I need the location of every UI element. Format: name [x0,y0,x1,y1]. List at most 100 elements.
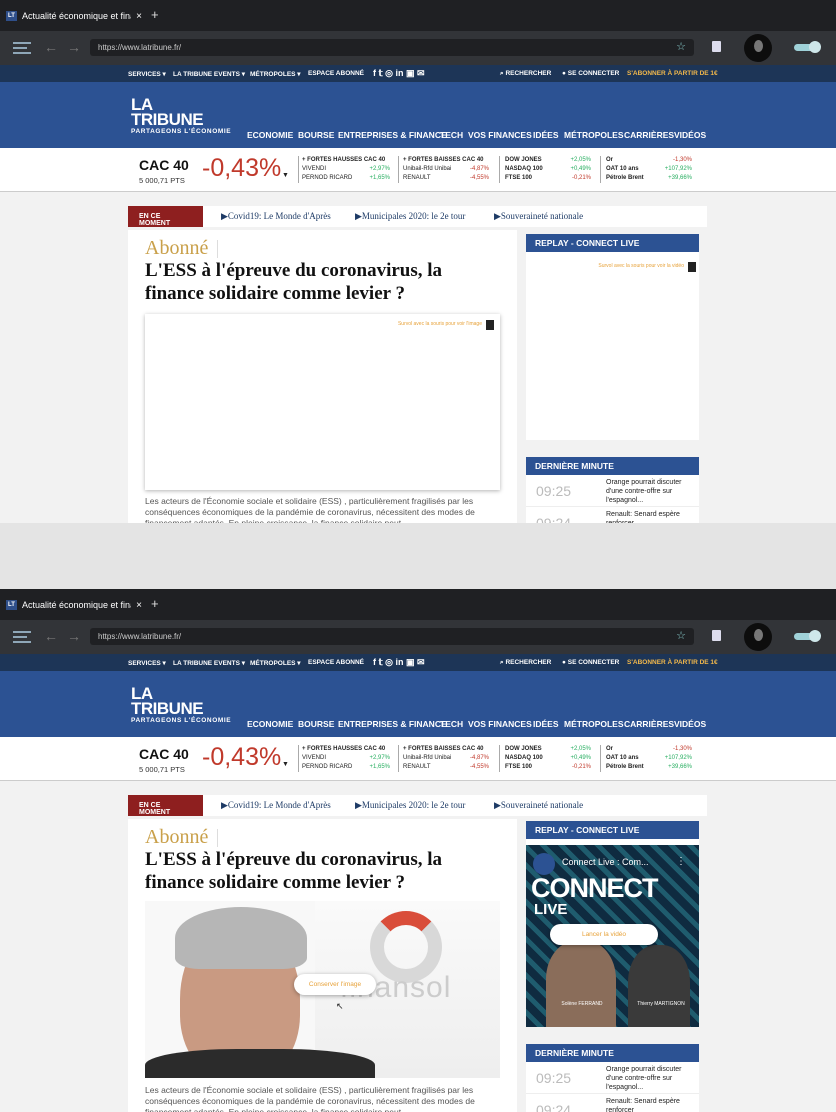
services-menu[interactable]: SERVICES ▾ [128,70,166,78]
profile-avatar[interactable] [744,623,772,651]
nav-carrieres[interactable]: CARRIÈRES [624,719,674,729]
world-indices: DOW JONES +2,05% NASDAQ 100 +0,49% FTSE 10… [505,157,591,181]
close-tab-icon[interactable]: × [136,11,142,22]
nav-metropoles[interactable]: MÉTROPOLES [564,130,624,140]
video-placeholder[interactable]: Survol avec la souris pour voir la vidéo [526,252,699,440]
social-icons[interactable]: f 𝕥 ◎ in ▣ ✉ [373,68,425,79]
list-item[interactable]: 09:25 Orange pourrait discuter d'une con… [526,475,699,507]
nav-idees[interactable]: IDÉES [533,719,559,729]
article-title[interactable]: L'ESS à l'épreuve du coronavirus, la fin… [145,848,500,894]
site-header: LA TRIBUNE PARTAGEONS L'ÉCONOMIE ECONOMI… [0,82,836,148]
news-text[interactable]: Renault: Senard espère renforcer [606,510,694,523]
nav-entreprises[interactable]: ENTREPRISES & FINANCE [338,719,447,729]
divider [398,745,399,772]
news-text[interactable]: Orange pourrait discuter d'une contre-of… [606,1065,694,1092]
events-menu[interactable]: LA TRIBUNE EVENTS ▾ [173,70,245,78]
top-losers: + FORTES BAISSES CAC 40 Unibail-Rfd Unib… [403,157,489,181]
nav-carrieres[interactable]: CARRIÈRES [624,130,674,140]
services-menu[interactable]: SERVICES ▾ [128,659,166,667]
moment-link[interactable]: ▶Municipales 2020: le 2e tour [355,211,465,222]
more-options-icon[interactable]: ⋮ [676,856,686,867]
play-video-button[interactable]: Lancer la vidéo [550,924,658,945]
screenshot-before-hover: LT Actualité économique et financ × + ← … [0,0,836,523]
browser-tab[interactable]: LT Actualité économique et financ × [6,594,144,616]
search-link[interactable]: ⌕ RECHERCHER [500,70,551,78]
index-name[interactable]: CAC 40 [139,746,189,762]
replay-title: REPLAY - CONNECT LIVE [526,234,699,252]
espace-abonne-link[interactable]: ESPACE ABONNÉ [308,659,364,666]
social-icons[interactable]: f 𝕥 ◎ in ▣ ✉ [373,657,425,668]
video-title[interactable]: Connect Live : Com... [562,857,649,867]
search-link[interactable]: ⌕ RECHERCHER [500,659,551,667]
nav-videos[interactable]: VIDÉOS [674,719,706,729]
address-bar[interactable]: https://www.latribune.fr/ ☆ [90,39,694,56]
menu-icon[interactable] [13,42,31,54]
article-image-placeholder[interactable]: Survol avec la souris pour voir l'image [145,314,500,490]
bookmark-icon[interactable] [486,320,494,330]
nav-tech[interactable]: TECH [440,719,463,729]
metropoles-menu[interactable]: MÉTROPOLES ▾ [250,70,301,78]
list-item[interactable]: 09:24 Renault: Senard espère renforcer [526,507,699,523]
moment-link[interactable]: ▶Souveraineté nationale [494,800,583,811]
nav-bourse[interactable]: BOURSE [298,719,334,729]
new-tab-button[interactable]: + [151,596,159,611]
nav-metropoles[interactable]: MÉTROPOLES [564,719,624,729]
nav-entreprises[interactable]: ENTREPRISES & FINANCE [338,130,447,140]
new-tab-button[interactable]: + [151,7,159,22]
bookmark-star-icon[interactable]: ☆ [676,629,686,642]
reader-icon[interactable] [712,630,721,641]
la-tribune-logo[interactable]: LA TRIBUNE PARTAGEONS L'ÉCONOMIE [131,685,231,726]
nav-videos[interactable]: VIDÉOS [674,130,706,140]
moment-link[interactable]: ▶Covid19: Le Monde d'Après [221,800,331,811]
nav-economie[interactable]: ECONOMIE [247,130,293,140]
nav-economie[interactable]: ECONOMIE [247,719,293,729]
toggle-switch[interactable] [794,41,821,53]
bookmark-star-icon[interactable]: ☆ [676,40,686,53]
metropoles-menu[interactable]: MÉTROPOLES ▾ [250,659,301,667]
replay-title: REPLAY - CONNECT LIVE [526,821,699,839]
forward-arrow-icon[interactable]: → [67,628,81,644]
speaker-name: Thierry MARTIGNON [637,1001,685,1007]
back-arrow-icon[interactable]: ← [44,39,58,55]
moment-link[interactable]: ▶Municipales 2020: le 2e tour [355,800,465,811]
espace-abonne-link[interactable]: ESPACE ABONNÉ [308,70,364,77]
nav-idees[interactable]: IDÉES [533,130,559,140]
video-brand-connect: CONNECT [531,873,658,903]
nav-vos-finances[interactable]: VOS FINANCES [468,719,532,729]
browser-toolbar: ← → https://www.latribune.fr/ ☆ [0,31,836,65]
latest-news-widget: DERNIÈRE MINUTE 09:25 Orange pourrait di… [526,1044,699,1112]
person-hair [175,907,307,969]
toggle-switch[interactable] [794,630,821,642]
nav-bourse[interactable]: BOURSE [298,130,334,140]
login-link[interactable]: ● SE CONNECTER [562,70,619,77]
list-item[interactable]: 09:24 Renault: Senard espère renforcer [526,1094,699,1112]
moment-link[interactable]: ▶Covid19: Le Monde d'Après [221,211,331,222]
profile-avatar[interactable] [744,34,772,62]
browser-tab-bar: LT Actualité économique et financ × + [0,589,836,620]
subscribe-link[interactable]: S'ABONNER À PARTIR DE 1€ [627,70,718,77]
video-player[interactable]: Connect Live : Com... ⋮ CONNECT LIVE Sol… [526,839,699,1027]
browser-tab[interactable]: LT Actualité économique et financ × [6,5,144,27]
forward-arrow-icon[interactable]: → [67,39,81,55]
en-ce-moment-badge: EN CE MOMENT [128,795,203,816]
moment-link[interactable]: ▶Souveraineté nationale [494,211,583,222]
address-bar[interactable]: https://www.latribune.fr/ ☆ [90,628,694,645]
nav-vos-finances[interactable]: VOS FINANCES [468,130,532,140]
news-text[interactable]: Orange pourrait discuter d'une contre-of… [606,478,694,505]
close-tab-icon[interactable]: × [136,600,142,611]
events-menu[interactable]: LA TRIBUNE EVENTS ▾ [173,659,245,667]
keep-image-button[interactable]: Conserver l'image [294,974,376,995]
article-photo[interactable]: finansol Conserver l'image ↖ [145,901,500,1078]
list-item[interactable]: 09:25 Orange pourrait discuter d'une con… [526,1062,699,1094]
back-arrow-icon[interactable]: ← [44,628,58,644]
reader-icon[interactable] [712,41,721,52]
subscribe-link[interactable]: S'ABONNER À PARTIR DE 1€ [627,659,718,666]
divider [499,156,500,183]
index-name[interactable]: CAC 40 [139,157,189,173]
login-link[interactable]: ● SE CONNECTER [562,659,619,666]
nav-tech[interactable]: TECH [440,130,463,140]
la-tribune-logo[interactable]: LA TRIBUNE PARTAGEONS L'ÉCONOMIE [131,96,231,137]
menu-icon[interactable] [13,631,31,643]
bookmark-icon[interactable] [688,262,696,272]
article-title[interactable]: L'ESS à l'épreuve du coronavirus, la fin… [145,259,500,305]
